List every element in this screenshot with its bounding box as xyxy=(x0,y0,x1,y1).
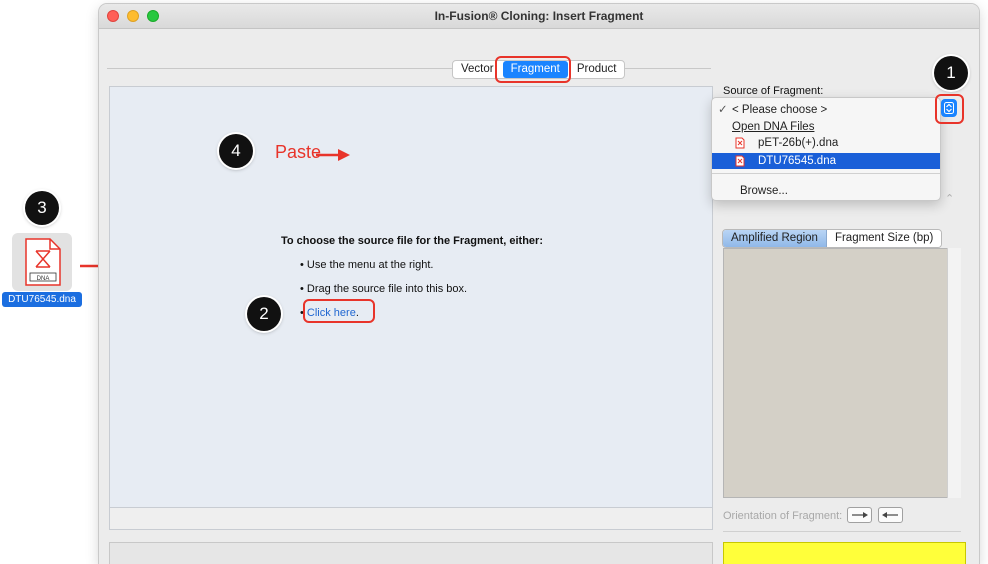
menu-separator xyxy=(712,173,940,174)
dropdown-highlight xyxy=(935,94,964,124)
arrow-right-icon xyxy=(852,512,868,518)
drop-zone-footer xyxy=(109,508,713,530)
drop-zone-heading: To choose the source file for the Fragme… xyxy=(280,235,543,247)
step-badge-3: 3 xyxy=(25,191,59,225)
tab-product[interactable]: Product xyxy=(569,61,625,78)
dna-file-icon xyxy=(735,155,745,167)
tab-divider-right xyxy=(619,68,711,69)
dna-document-icon: DNA xyxy=(25,238,61,286)
tab-amplified-region[interactable]: Amplified Region xyxy=(723,230,827,247)
menu-item-label: DTU76545.dna xyxy=(758,155,836,167)
menu-item-browse[interactable]: Browse... xyxy=(712,183,940,199)
menu-item-pet26b[interactable]: pET-26b(+).dna xyxy=(712,135,940,151)
click-here-highlight xyxy=(303,299,375,323)
step-badge-4: 4 xyxy=(219,134,253,168)
fragment-drop-zone[interactable]: 4 Paste To choose the source file for th… xyxy=(109,86,713,508)
amplified-region-view xyxy=(723,248,961,498)
orientation-forward-button[interactable] xyxy=(847,507,872,523)
bullet-drag-file: • Drag the source file into this box. xyxy=(300,283,468,295)
menu-item-label: < Please choose > xyxy=(732,104,828,116)
desktop-file-name[interactable]: DTU76545.dna xyxy=(2,292,82,307)
right-pane-divider xyxy=(723,531,961,532)
source-dropdown-menu: ✓ < Please choose > Open DNA Files pET-2… xyxy=(711,97,941,201)
paste-label: Paste xyxy=(275,142,322,162)
source-of-fragment-label: Source of Fragment: xyxy=(723,85,824,97)
tab-divider-left xyxy=(107,68,452,69)
menu-item-label: Browse... xyxy=(740,185,788,197)
menu-item-please-choose[interactable]: ✓ < Please choose > xyxy=(712,102,940,118)
insert-fragment-window: In-Fusion® Cloning: Insert Fragment Vect… xyxy=(99,4,979,564)
orientation-reverse-button[interactable] xyxy=(878,507,903,523)
step-badge-2: 2 xyxy=(247,297,281,331)
tab-fragment-size[interactable]: Fragment Size (bp) xyxy=(826,230,942,247)
checkmark-icon: ✓ xyxy=(718,104,728,116)
window-title: In-Fusion® Cloning: Insert Fragment xyxy=(434,9,644,23)
region-segmented-control: Amplified Region Fragment Size (bp) xyxy=(722,229,943,248)
dna-file-desktop-icon[interactable]: DNA xyxy=(12,233,72,291)
menu-item-open-dna-files[interactable]: Open DNA Files xyxy=(712,119,940,135)
bullet-use-menu: • Use the menu at the right. xyxy=(300,259,434,271)
menu-item-label: pET-26b(+).dna xyxy=(758,137,839,149)
step-badge-1: 1 xyxy=(934,56,968,90)
dna-badge-text: DNA xyxy=(37,276,50,282)
hidden-row-chevron-icon: ⌃ xyxy=(945,193,955,205)
status-message-box xyxy=(723,542,966,564)
menu-item-dtu76545[interactable]: DTU76545.dna xyxy=(712,153,940,169)
arrow-left-icon xyxy=(882,512,898,518)
menu-item-label: Open DNA Files xyxy=(732,121,815,133)
paste-arrow-icon xyxy=(316,149,350,161)
tab-highlight xyxy=(495,56,571,83)
region-scrollbar[interactable] xyxy=(947,248,961,498)
orientation-label: Orientation of Fragment: xyxy=(723,510,843,522)
dna-file-icon xyxy=(735,137,745,149)
bottom-panel xyxy=(109,542,713,564)
